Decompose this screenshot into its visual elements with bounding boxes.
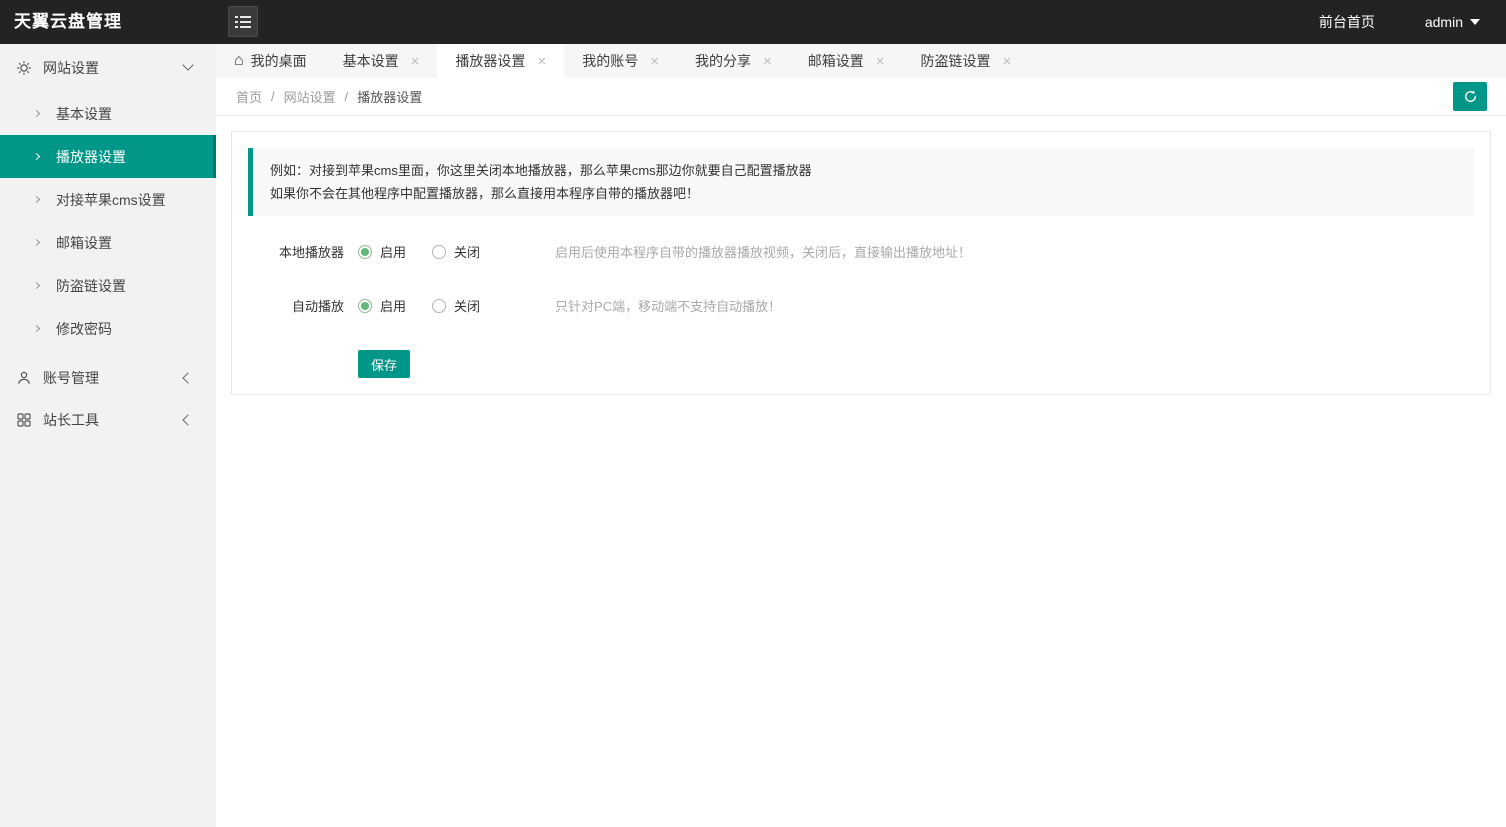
radio-circle	[432, 245, 446, 259]
local-player-hint: 启用后使用本程序自带的播放器播放视频，关闭后，直接输出播放地址！	[555, 242, 971, 261]
sidebar-group-website-settings[interactable]: 网站设置	[0, 44, 216, 92]
main-content: 例如：对接到苹果cms里面，你这里关闭本地播放器，那么苹果cms那边你就要自己配…	[216, 117, 1506, 827]
grid-icon	[16, 412, 32, 428]
form-row-autoplay: 自动播放 启用 关闭 只针对PC端，移动端不支持自动播放！	[248, 296, 1474, 315]
player-settings-form: 本地播放器 启用 关闭 启用后使用本程序自带的播放器播放视频，关闭后，直接输出播…	[248, 242, 1474, 378]
field-label-local-player: 本地播放器	[248, 242, 344, 261]
autoplay-hint: 只针对PC端，移动端不支持自动播放！	[555, 296, 781, 315]
sidebar-item-label: 防盗链设置	[56, 276, 126, 296]
field-label-autoplay: 自动播放	[248, 296, 344, 315]
tab-my-share[interactable]: 我的分享 ×	[677, 44, 790, 78]
chevron-left-icon	[182, 372, 193, 383]
tab-label: 防盗链设置	[921, 51, 991, 71]
tab-player-settings[interactable]: 播放器设置 ×	[437, 44, 564, 78]
sidebar-item-label: 基本设置	[56, 104, 112, 124]
sidebar-item-label: 对接苹果cms设置	[56, 190, 166, 210]
sidebar-item-basic-settings[interactable]: 基本设置	[0, 92, 216, 135]
sidebar-item-label: 修改密码	[56, 319, 112, 339]
sidebar: 网站设置 基本设置 播放器设置 对接苹果cms设置 邮箱设置 防盗链设置 修改密…	[0, 44, 216, 827]
sidebar-group-label: 站长工具	[43, 410, 99, 430]
menu-toggle-button[interactable]	[228, 6, 258, 37]
settings-card: 例如：对接到苹果cms里面，你这里关闭本地播放器，那么苹果cms那边你就要自己配…	[231, 131, 1491, 395]
tab-basic-settings[interactable]: 基本设置 ×	[325, 44, 438, 78]
local-player-enable-radio[interactable]: 启用	[358, 242, 406, 261]
notice-line-1: 例如：对接到苹果cms里面，你这里关闭本地播放器，那么苹果cms那边你就要自己配…	[270, 159, 1457, 182]
tab-hotlink-settings[interactable]: 防盗链设置 ×	[903, 44, 1030, 78]
form-row-local-player: 本地播放器 启用 关闭 启用后使用本程序自带的播放器播放视频，关闭后，直接输出播…	[248, 242, 1474, 261]
sidebar-item-mail-settings[interactable]: 邮箱设置	[0, 221, 216, 264]
breadcrumb-separator: /	[271, 89, 275, 104]
username: admin	[1425, 14, 1463, 30]
local-player-disable-radio[interactable]: 关闭	[432, 242, 480, 261]
breadcrumb-separator: /	[345, 89, 349, 104]
refresh-button[interactable]	[1453, 82, 1487, 111]
breadcrumb: 首页 / 网站设置 / 播放器设置	[216, 78, 1506, 116]
close-icon[interactable]: ×	[763, 54, 772, 69]
radio-label: 关闭	[454, 296, 480, 315]
radio-circle	[358, 299, 372, 313]
home-icon: ⌂	[234, 53, 244, 69]
tab-label: 播放器设置	[455, 51, 525, 71]
sidebar-group-webmaster-tools[interactable]: 站长工具	[0, 400, 216, 440]
breadcrumb-website-settings[interactable]: 网站设置	[284, 87, 336, 106]
app-title: 天翼云盘管理	[14, 0, 122, 44]
close-icon[interactable]: ×	[650, 54, 659, 69]
radio-label: 关闭	[454, 242, 480, 261]
tab-label: 我的桌面	[251, 51, 307, 71]
breadcrumb-home[interactable]: 首页	[236, 87, 262, 106]
sidebar-item-apple-cms-settings[interactable]: 对接苹果cms设置	[0, 178, 216, 221]
close-icon[interactable]: ×	[537, 54, 546, 69]
front-home-link[interactable]: 前台首页	[1319, 12, 1375, 32]
chevron-right-icon	[33, 153, 40, 160]
caret-down-icon	[1470, 19, 1480, 25]
close-icon[interactable]: ×	[876, 54, 885, 69]
chevron-right-icon	[33, 196, 40, 203]
radio-circle	[432, 299, 446, 313]
topbar: 天翼云盘管理 前台首页 admin	[0, 0, 1506, 44]
user-icon	[16, 370, 32, 386]
chevron-down-icon	[182, 59, 193, 70]
chevron-left-icon	[182, 414, 193, 425]
radio-label: 启用	[380, 296, 406, 315]
chevron-right-icon	[33, 239, 40, 246]
close-icon[interactable]: ×	[411, 54, 420, 69]
tab-label: 邮箱设置	[808, 51, 864, 71]
breadcrumb-current: 播放器设置	[357, 87, 422, 106]
autoplay-enable-radio[interactable]: 启用	[358, 296, 406, 315]
save-button[interactable]: 保存	[358, 350, 410, 378]
sidebar-group-label: 网站设置	[43, 58, 99, 78]
chevron-right-icon	[33, 282, 40, 289]
chevron-right-icon	[33, 110, 40, 117]
tab-label: 我的账号	[582, 51, 638, 71]
sidebar-item-player-settings[interactable]: 播放器设置	[0, 135, 216, 178]
tab-mail-settings[interactable]: 邮箱设置 ×	[790, 44, 903, 78]
topbar-right: 前台首页 admin	[1319, 0, 1480, 44]
sidebar-group-account[interactable]: 账号管理	[0, 356, 216, 400]
tab-bar: ⌂ 我的桌面 基本设置 × 播放器设置 × 我的账号 × 我的分享 × 邮箱设置…	[216, 44, 1506, 78]
autoplay-disable-radio[interactable]: 关闭	[432, 296, 480, 315]
tab-label: 我的分享	[695, 51, 751, 71]
tab-my-account[interactable]: 我的账号 ×	[564, 44, 677, 78]
hamburger-icon	[235, 16, 251, 18]
notice-line-2: 如果你不会在其他程序中配置播放器，那么直接用本程序自带的播放器吧！	[270, 182, 1457, 205]
tab-my-desktop[interactable]: ⌂ 我的桌面	[216, 44, 325, 78]
refresh-icon	[1463, 89, 1478, 104]
tab-label: 基本设置	[343, 51, 399, 71]
sidebar-item-label: 邮箱设置	[56, 233, 112, 253]
radio-label: 启用	[380, 242, 406, 261]
chevron-right-icon	[33, 325, 40, 332]
sidebar-item-hotlink-settings[interactable]: 防盗链设置	[0, 264, 216, 307]
radio-circle	[358, 245, 372, 259]
close-icon[interactable]: ×	[1003, 54, 1012, 69]
sidebar-item-change-password[interactable]: 修改密码	[0, 307, 216, 350]
sidebar-group-label: 账号管理	[43, 368, 99, 388]
gear-icon	[16, 60, 32, 76]
notice-box: 例如：对接到苹果cms里面，你这里关闭本地播放器，那么苹果cms那边你就要自己配…	[248, 148, 1474, 216]
user-menu[interactable]: admin	[1425, 14, 1480, 30]
sidebar-item-label: 播放器设置	[56, 147, 126, 167]
